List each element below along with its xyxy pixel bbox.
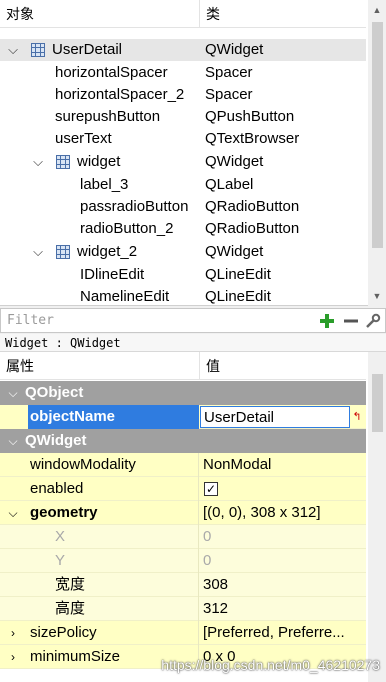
object-inspector-header: 对象 类 — [0, 0, 366, 28]
section-title: QObject — [25, 384, 84, 401]
object-class-label: Widget : QWidget — [0, 334, 386, 352]
tree-row-class: QWidget — [205, 243, 264, 260]
chevron-down-icon[interactable]: ⌵ — [6, 429, 20, 453]
tree-row-class: QWidget — [205, 153, 264, 170]
chevron-down-icon[interactable]: ⌵ — [6, 381, 20, 405]
property-row-height[interactable]: 高度 312 — [0, 597, 366, 621]
property-name: geometry — [0, 501, 199, 525]
property-name: enabled — [0, 477, 199, 501]
widget-icon — [56, 155, 70, 169]
property-name: sizePolicy — [0, 621, 199, 645]
widget-icon — [31, 43, 45, 57]
object-inspector-scrollbar[interactable]: ▲ ▼ — [368, 0, 386, 306]
property-row-width[interactable]: 宽度 308 — [0, 573, 366, 597]
property-value[interactable]: 0 x 0 — [203, 645, 363, 669]
property-editor-header: 属性 值 — [0, 352, 366, 380]
add-property-icon[interactable] — [317, 310, 337, 331]
property-row-sizepolicy[interactable]: › sizePolicy [Preferred, Preferre... — [0, 621, 366, 645]
section-qobject[interactable]: ⌵ QObject — [0, 381, 366, 405]
tree-row-label-3[interactable]: label_3 QLabel — [0, 174, 366, 196]
tree-row-name: UserDetail — [52, 41, 123, 58]
chevron-down-icon[interactable]: ⌵ — [6, 39, 20, 61]
tree-row-class: QLabel — [205, 176, 254, 193]
widget-icon — [56, 245, 70, 259]
tree-row-class: QLineEdit — [205, 288, 271, 305]
property-name: Y — [0, 549, 199, 573]
enabled-checkbox[interactable]: ✓ — [204, 482, 218, 496]
tree-row-widget[interactable]: ⌵ widget QWidget — [0, 151, 366, 173]
property-value[interactable]: 312 — [203, 597, 363, 621]
property-value: 0 — [203, 528, 212, 545]
property-name: 宽度 — [0, 573, 199, 597]
tree-row-name: userText — [55, 130, 112, 147]
objectname-input[interactable] — [200, 406, 350, 428]
chevron-down-icon[interactable]: ⌵ — [31, 151, 45, 173]
column-header-value[interactable]: 值 — [200, 352, 366, 380]
reset-property-icon[interactable]: ↰ — [350, 407, 364, 427]
chevron-down-icon[interactable]: ⌵ — [31, 241, 45, 263]
column-header-property[interactable]: 属性 — [0, 352, 200, 380]
tree-row-name: horizontalSpacer — [55, 64, 168, 81]
tree-row-name: NamelineEdit — [80, 288, 170, 305]
tree-row-widget-2[interactable]: ⌵ widget_2 QWidget — [0, 241, 366, 263]
property-row-x[interactable]: X 0 — [0, 525, 366, 549]
object-inspector: 对象 类 ⌵ UserDetail QWidget horizontalSpac… — [0, 0, 386, 306]
tree-row-class: QWidget — [205, 41, 264, 58]
tree-row-idlineedit[interactable]: IDlineEdit QLineEdit — [0, 264, 366, 286]
property-row-enabled[interactable]: enabled ✓ — [0, 477, 366, 501]
property-value[interactable]: NonModal — [203, 453, 363, 477]
property-row-geometry[interactable]: ⌵ geometry [(0, 0), 308 x 312] — [0, 501, 366, 525]
property-name: X — [0, 525, 199, 549]
tree-row-userdetail[interactable]: ⌵ UserDetail QWidget — [0, 39, 366, 61]
property-name: 高度 — [0, 597, 199, 621]
tree-row-class: QRadioButton — [205, 198, 300, 215]
column-header-class[interactable]: 类 — [200, 0, 366, 28]
tree-row-name: surepushButton — [55, 108, 161, 125]
remove-property-icon[interactable] — [341, 310, 361, 331]
tree-row-class: Spacer — [205, 86, 253, 103]
tree-row-name: label_3 — [80, 176, 129, 193]
property-editor: 属性 值 ⌵ QObject objectName ↰ ⌵ QWidget wi… — [0, 352, 386, 682]
property-name: minimumSize — [0, 645, 199, 669]
scrollbar-thumb[interactable] — [372, 374, 383, 432]
tree-row-horizontalspacer[interactable]: horizontalSpacer Spacer — [0, 62, 366, 84]
tree-row-surepushbutton[interactable]: surepushButton QPushButton — [0, 106, 366, 128]
tree-row-radiobutton-2[interactable]: radioButton_2 QRadioButton — [0, 218, 366, 240]
tree-row-class: Spacer — [205, 64, 253, 81]
tree-row-name: widget — [77, 153, 121, 170]
tree-row-class: QLineEdit — [205, 266, 271, 283]
filter-bar — [0, 308, 386, 333]
tree-row-name: widget_2 — [77, 243, 138, 260]
tree-row-name: IDlineEdit — [80, 266, 145, 283]
property-value: 0 — [203, 552, 212, 569]
scrollbar-thumb[interactable] — [372, 22, 383, 248]
property-value[interactable]: 308 — [203, 573, 363, 597]
tree-row-name: horizontalSpacer_2 — [55, 86, 185, 103]
property-row-y[interactable]: Y 0 — [0, 549, 366, 573]
section-title: QWidget — [25, 432, 87, 449]
tree-row-passradiobutton[interactable]: passradioButton QRadioButton — [0, 196, 366, 218]
property-name: objectName — [28, 405, 199, 429]
property-value[interactable]: [Preferred, Preferre... — [203, 621, 363, 645]
property-editor-scrollbar[interactable] — [368, 352, 386, 682]
tree-row-name: passradioButton — [80, 198, 189, 215]
property-row-objectname[interactable]: objectName ↰ — [0, 405, 366, 429]
section-qwidget[interactable]: ⌵ QWidget — [0, 429, 366, 453]
tree-row-class: QTextBrowser — [205, 130, 300, 147]
scroll-up-icon[interactable]: ▲ — [368, 2, 386, 18]
tree-row-class: QRadioButton — [205, 220, 300, 237]
tree-row-class: QPushButton — [205, 108, 295, 125]
scroll-down-icon[interactable]: ▼ — [368, 288, 386, 304]
column-header-object[interactable]: 对象 — [0, 0, 200, 28]
property-row-windowmodality[interactable]: windowModality NonModal — [0, 453, 366, 477]
filter-input[interactable] — [3, 310, 313, 331]
wrench-icon[interactable] — [363, 310, 383, 331]
property-value[interactable]: [(0, 0), 308 x 312] — [203, 501, 363, 525]
property-row-minimumsize[interactable]: › minimumSize 0 x 0 — [0, 645, 366, 669]
tree-row-horizontalspacer-2[interactable]: horizontalSpacer_2 Spacer — [0, 84, 366, 106]
property-name: windowModality — [0, 453, 199, 477]
tree-row-namelineedit[interactable]: NamelineEdit QLineEdit — [0, 286, 366, 306]
tree-row-name: radioButton_2 — [80, 220, 174, 237]
tree-row-usertext[interactable]: userText QTextBrowser — [0, 128, 366, 150]
